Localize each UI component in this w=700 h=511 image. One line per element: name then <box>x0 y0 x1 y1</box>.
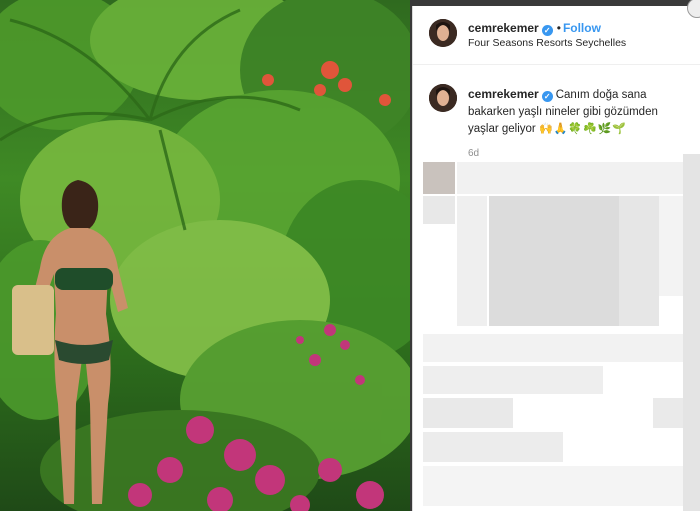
blurred-block <box>423 196 455 224</box>
post-header: cemrekemer ✓ • Follow Four Seasons Resorts … <box>413 0 700 65</box>
location-link[interactable]: Four Seasons Resorts Seychelles <box>468 37 626 49</box>
blurred-block <box>423 432 563 462</box>
blurred-block <box>423 466 699 506</box>
username-link[interactable]: cemrekemer <box>468 21 539 35</box>
blurred-block <box>423 334 699 362</box>
blurred-block <box>457 196 487 326</box>
post-detail-panel: cemrekemer ✓ • Follow Four Seasons Resorts … <box>412 0 700 511</box>
more-options-icon[interactable] <box>687 0 700 18</box>
blurred-comments-area <box>413 154 700 511</box>
caption-avatar-image <box>429 84 457 112</box>
caption-text: cemrekemer ✓ Canım doğa sana bakarken yaşl… <box>468 86 688 138</box>
header-user-line: cemrekemer ✓ • Follow <box>468 21 601 36</box>
blurred-block <box>423 162 455 194</box>
blurred-block <box>423 398 513 428</box>
verified-badge-icon: ✓ <box>541 25 553 36</box>
avatar-image <box>429 19 457 47</box>
caption-avatar[interactable] <box>429 84 457 112</box>
blurred-block <box>423 366 603 394</box>
blurred-block <box>683 154 700 511</box>
post-photo-image <box>0 0 410 511</box>
blurred-block <box>457 162 697 194</box>
post-photo[interactable] <box>0 0 410 511</box>
caption-verified-badge-icon: ✓ <box>541 91 553 102</box>
blurred-block <box>619 196 659 326</box>
caption-emojis: 🙌🙏🍀☘️🌿🌱 <box>538 123 628 135</box>
separator-dot: • <box>556 21 561 35</box>
caption-username-link[interactable]: cemrekemer <box>468 87 539 101</box>
avatar[interactable] <box>429 19 457 47</box>
blurred-block <box>489 196 619 326</box>
follow-button[interactable]: Follow <box>563 21 601 35</box>
